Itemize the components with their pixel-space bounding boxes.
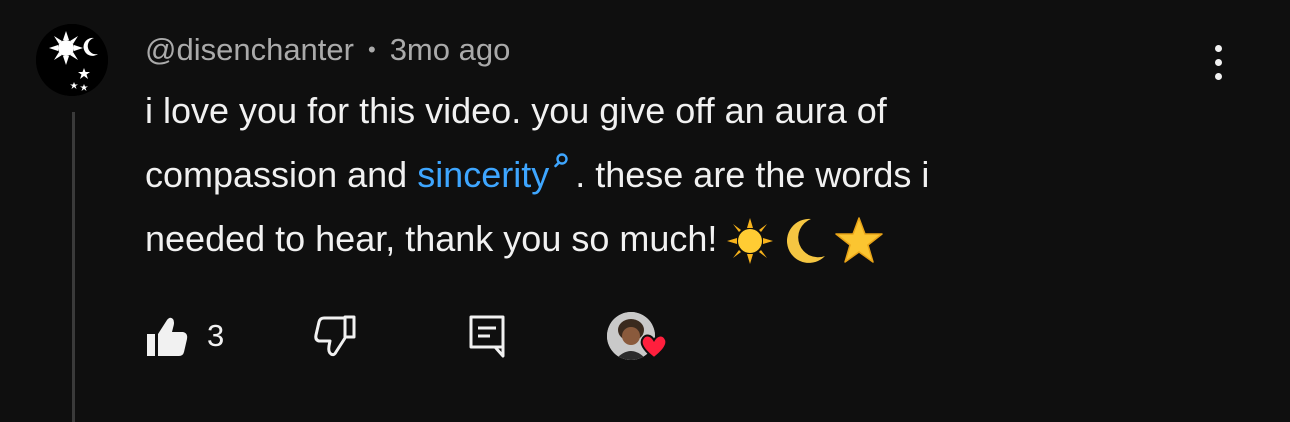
creator-heart[interactable] [607, 306, 668, 366]
more-options-button[interactable] [1198, 40, 1238, 84]
search-icon[interactable] [553, 153, 571, 173]
comment-text: i love you for this video. you give off … [145, 79, 1145, 271]
search-link[interactable]: sincerity [417, 154, 549, 195]
comment-line-1: i love you for this video. you give off … [145, 90, 887, 131]
crescent-moon-emoji [787, 219, 826, 264]
thumbs-down-icon [314, 315, 356, 357]
author-handle[interactable]: @disenchanter [145, 32, 354, 68]
comment-line-2-start: compassion and [145, 154, 408, 195]
comment-timestamp[interactable]: 3mo ago [390, 32, 511, 68]
dislike-button[interactable] [313, 306, 357, 366]
thread-line [72, 112, 75, 422]
thumbs-up-icon [147, 317, 188, 356]
comment-header: @disenchanter • 3mo ago [145, 28, 510, 72]
sun-emoji [727, 218, 774, 265]
star-emoji [835, 217, 884, 264]
author-avatar[interactable] [36, 24, 108, 96]
comment-line-3: needed to hear, thank you so much! [145, 207, 1145, 271]
separator-dot: • [367, 37, 376, 62]
like-count: 3 [207, 318, 225, 353]
more-options-icon [1214, 44, 1222, 52]
comment-line-2: compassion and sincerity . these are the … [145, 143, 1145, 207]
comment-line-2-end: . these are the words i [575, 154, 930, 195]
comment-reply-icon [469, 315, 505, 358]
comment-actions: 3 [145, 306, 745, 366]
sun-moon-stars-avatar-icon [36, 24, 108, 96]
comment-line-3-text: needed to hear, thank you so much! [145, 218, 718, 259]
creator-heart-icon [640, 334, 668, 360]
like-button[interactable]: 3 [145, 306, 224, 366]
reply-button[interactable] [465, 306, 509, 366]
